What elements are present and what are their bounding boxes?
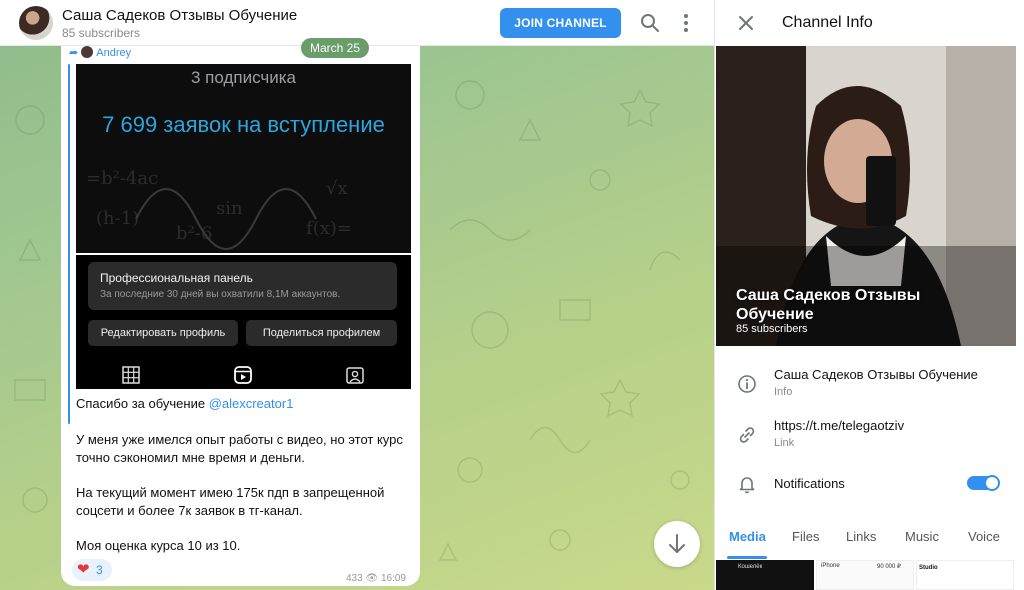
forward-quote-bar [68, 64, 70, 424]
more-vertical-icon[interactable] [675, 12, 697, 34]
message-thanks-text: Спасибо за обучение [76, 396, 209, 411]
media-thumbnail[interactable]: Кошелёк [716, 560, 814, 590]
tab-files[interactable]: Files [792, 529, 819, 544]
channel-subscribers: 85 subscribers [62, 26, 141, 40]
photo-channel-title: Саша Садеков Отзывы Обучение [736, 287, 921, 323]
mention-link[interactable]: @alexcreator1 [209, 396, 294, 411]
svg-text:=b²-4ac: =b²-4ac [86, 168, 158, 189]
info-title: Channel Info [782, 14, 873, 31]
notifications-label: Notifications [774, 476, 845, 491]
math-chalkboard-graphic: =b²-4ac sin √x (h-1) b²-6 f(x)= [86, 168, 352, 250]
toggle-knob [984, 475, 1000, 491]
info-value[interactable]: Саша Садеков Отзывы Обучение [774, 367, 978, 382]
info-header: Channel Info [715, 0, 1024, 46]
heart-icon: ❤ [77, 561, 90, 578]
arrow-down-icon [669, 534, 685, 553]
message-paragraph-3: Моя оценка курса 10 из 10. [76, 538, 241, 553]
heart-reaction[interactable]: ❤ 3 [72, 559, 112, 581]
link-value[interactable]: https://t.me/telegaotziv [774, 418, 904, 433]
channel-avatar[interactable] [19, 6, 53, 40]
message-meta: 433 👁 16:09 [346, 573, 406, 584]
forwarded-avatar [81, 46, 94, 58]
message-bubble: ➦ Andrey =b²-4ac sin √x (h-1) b²-6 f(x)= 3 … [61, 38, 420, 586]
notifications-toggle[interactable] [967, 475, 1000, 491]
bell-icon [739, 477, 755, 494]
pro-panel-card: Профессиональная панель За последние 30 … [88, 262, 397, 310]
message-paragraph-2: На текущий момент имею 175к пдп в запрещ… [76, 485, 385, 518]
photo-divider [76, 253, 411, 255]
channel-title[interactable]: Саша Садеков Отзывы Обучение [62, 7, 297, 24]
photo-subscribers-text: 3 подписчика [190, 68, 296, 87]
forwarded-author[interactable]: Andrey [96, 47, 131, 59]
reels-icon [234, 366, 252, 384]
message-paragraph-1: У меня уже имелся опыт работы с видео, н… [76, 432, 403, 465]
share-profile-button-image: Поделиться профилем [246, 320, 397, 346]
pro-panel-subtitle: За последние 30 дней вы охватили 8,1М ак… [100, 289, 341, 300]
tab-links[interactable]: Links [846, 529, 876, 544]
photo-subscribers: 85 subscribers [736, 323, 808, 335]
message-photo[interactable]: =b²-4ac sin √x (h-1) b²-6 f(x)= 3 подписчик… [76, 64, 411, 389]
channel-photo[interactable]: Саша Садеков Отзывы Обучение 85 subscrib… [716, 46, 1016, 346]
date-badge: March 25 [301, 38, 370, 58]
photo-top-area: =b²-4ac sin √x (h-1) b²-6 f(x)= 3 подписчик… [76, 64, 411, 254]
edit-profile-button-image: Редактировать профиль [88, 320, 238, 346]
forwarded-from[interactable]: ➦ Andrey [69, 46, 131, 59]
channel-info-panel: Channel Info Саша Садеков Отзывы Обучени… [714, 0, 1024, 590]
message-line-thanks: Спасибо за обучение @alexcreator1 [76, 395, 411, 413]
thumbnail-amount: 90 000 ₽ [877, 564, 901, 570]
chat-area: Саша Садеков Отзывы Обучение 85 subscrib… [0, 0, 714, 590]
svg-text:√x: √x [326, 178, 348, 199]
tagged-icon [346, 367, 364, 384]
thumbnail-text: Studio [919, 565, 938, 571]
search-icon[interactable] [639, 12, 661, 34]
tab-active-indicator [727, 556, 767, 559]
forward-arrow-icon: ➦ [69, 47, 79, 59]
tab-media[interactable]: Media [729, 529, 766, 544]
svg-text:b²-6: b²-6 [176, 223, 212, 244]
media-thumbnail[interactable]: Studio [916, 560, 1014, 590]
photo-requests-text: 7 699 заявок на вступление [102, 112, 385, 137]
link-label: Link [774, 437, 795, 449]
svg-text:(h-1): (h-1) [96, 208, 139, 229]
thumbnail-text: Кошелёк [738, 564, 763, 570]
info-icon [738, 375, 756, 393]
view-count: 433 [346, 573, 363, 584]
close-icon[interactable] [735, 12, 757, 34]
svg-text:sin: sin [216, 198, 243, 219]
info-label: Info [774, 386, 793, 398]
join-channel-button[interactable]: JOIN CHANNEL [500, 8, 621, 38]
tab-voice[interactable]: Voice [968, 529, 1000, 544]
eye-icon: 👁 [365, 573, 379, 584]
media-thumbnail[interactable]: iPhone 90 000 ₽ [816, 560, 914, 590]
pro-panel-title: Профессиональная панель [100, 271, 253, 285]
message-time: 16:09 [380, 573, 406, 584]
scroll-down-button[interactable] [654, 521, 700, 567]
grid-icon [122, 366, 140, 384]
thumbnail-text: iPhone [821, 563, 840, 569]
media-tabs: Media Files Links Music Voice [715, 522, 1024, 559]
svg-text:f(x)=: f(x)= [306, 218, 352, 239]
tab-music[interactable]: Music [905, 529, 939, 544]
link-icon [739, 427, 755, 443]
reaction-count: 3 [96, 563, 103, 577]
